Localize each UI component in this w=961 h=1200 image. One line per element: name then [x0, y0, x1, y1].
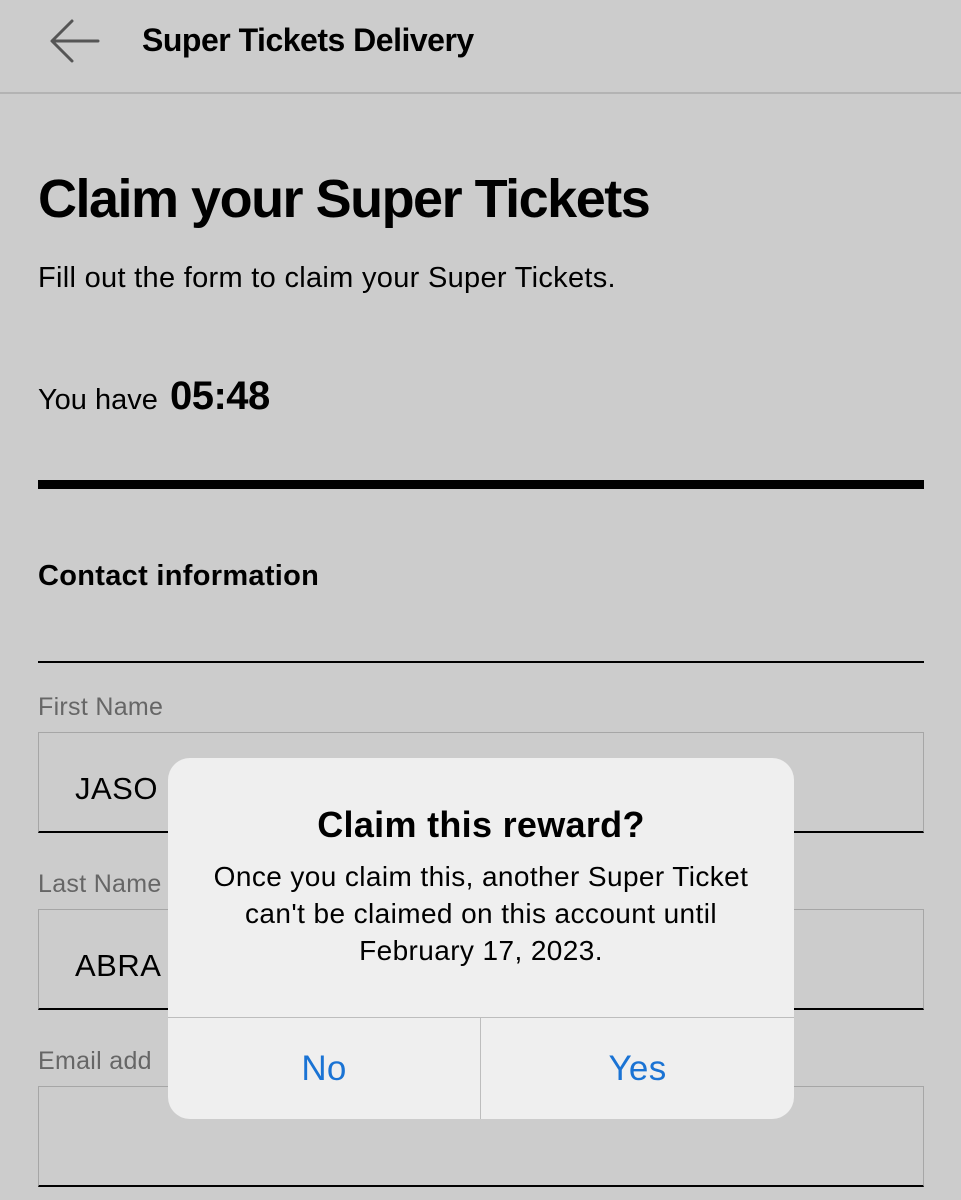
- section-title: Contact information: [38, 560, 320, 592]
- page-subtitle: Fill out the form to claim your Super Ti…: [38, 262, 616, 294]
- countdown-timer: You have 05:48: [38, 374, 270, 419]
- last-name-label: Last Name: [38, 870, 162, 898]
- last-name-value: ABRA: [75, 948, 162, 983]
- dialog-message: Once you claim this, another Super Ticke…: [213, 861, 749, 966]
- timer-value: 05:48: [169, 374, 270, 418]
- yes-button[interactable]: Yes: [481, 1018, 794, 1119]
- top-bar: Super Tickets Delivery: [0, 0, 961, 94]
- dialog-title: Claim this reward?: [317, 804, 645, 845]
- header-title: Super Tickets Delivery: [142, 22, 474, 58]
- claim-reward-dialog: Claim this reward? Once you claim this, …: [168, 758, 794, 1119]
- email-label: Email add: [38, 1047, 152, 1075]
- no-button[interactable]: No: [168, 1018, 480, 1119]
- progress-divider: [38, 480, 924, 489]
- page-title: Claim your Super Tickets: [38, 169, 651, 229]
- first-name-label: First Name: [38, 693, 164, 721]
- arrow-left-icon: [50, 19, 100, 63]
- timer-prefix: You have: [38, 384, 158, 416]
- back-button[interactable]: [48, 16, 102, 66]
- section-divider: [38, 661, 924, 663]
- first-name-value: JASO: [75, 771, 158, 806]
